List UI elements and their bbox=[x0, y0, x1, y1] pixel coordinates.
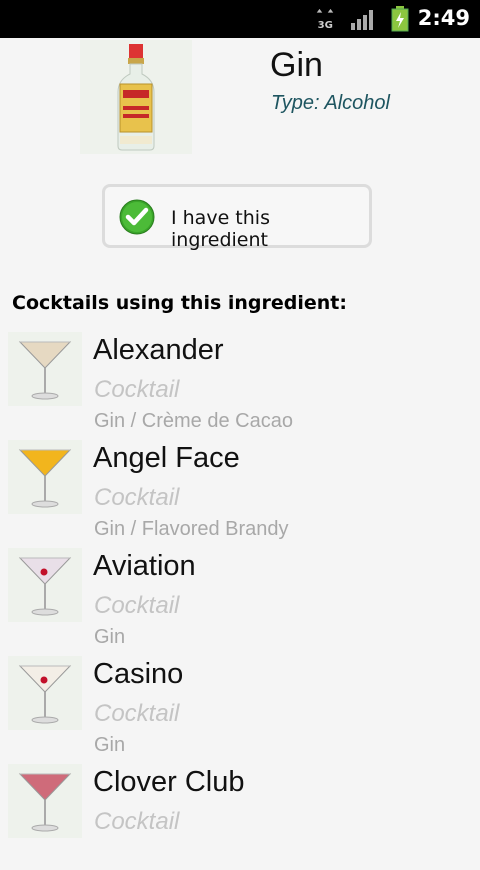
signal-icon bbox=[351, 10, 373, 30]
cocktail-glass-image bbox=[8, 332, 82, 406]
cocktail-name: Alexander bbox=[93, 334, 224, 366]
cocktail-name: Clover Club bbox=[93, 766, 245, 798]
ingredient-image bbox=[80, 40, 192, 154]
cocktail-name: Angel Face bbox=[93, 442, 240, 474]
cocktail-kind: Cocktail bbox=[94, 484, 180, 511]
network-3g-icon: 3G bbox=[316, 8, 334, 30]
cocktail-name: Aviation bbox=[93, 550, 196, 582]
cocktail-kind: Cocktail bbox=[94, 700, 180, 727]
cocktail-glass-image bbox=[8, 656, 82, 730]
clock: 2:49 bbox=[417, 6, 470, 30]
svg-text:3G: 3G bbox=[318, 20, 333, 30]
cocktail-list: Alexander Cocktail Gin / Crème de Cacao Ang… bbox=[0, 330, 480, 870]
cocktail-list-item[interactable]: Alexander Cocktail Gin / Crème de Cacao bbox=[0, 330, 480, 438]
cocktail-glass-image bbox=[8, 764, 82, 838]
cocktail-ingredients: Gin / Flavored Brandy bbox=[94, 518, 289, 540]
cocktail-kind: Cocktail bbox=[94, 808, 180, 835]
battery-charging-icon bbox=[391, 6, 409, 32]
ingredient-name: Gin bbox=[270, 46, 323, 84]
cocktail-list-item[interactable]: Angel Face Cocktail Gin / Flavored Brandy bbox=[0, 438, 480, 546]
ingredient-type: Type: Alcohol bbox=[271, 92, 390, 114]
cocktail-ingredients: Gin bbox=[94, 734, 126, 756]
cocktail-ingredients: Gin bbox=[94, 626, 126, 648]
cocktail-glass-image bbox=[8, 548, 82, 622]
cocktail-ingredients: Gin / Crème de Cacao bbox=[94, 410, 293, 432]
cocktail-kind: Cocktail bbox=[94, 592, 180, 619]
checkmark-icon bbox=[119, 199, 155, 235]
section-title: Cocktails using this ingredient: bbox=[12, 292, 347, 314]
have-ingredient-label: I have this ingredient bbox=[171, 207, 270, 251]
cocktail-kind: Cocktail bbox=[94, 376, 180, 403]
cocktail-list-item[interactable]: Clover Club Cocktail bbox=[0, 762, 480, 870]
cocktail-glass-image bbox=[8, 440, 82, 514]
have-ingredient-button[interactable]: I have this ingredient bbox=[102, 184, 372, 251]
status-bar: 3G 2:49 bbox=[0, 0, 480, 38]
cocktail-name: Casino bbox=[93, 658, 184, 690]
cocktail-list-item[interactable]: Casino Cocktail Gin bbox=[0, 654, 480, 762]
cocktail-list-item[interactable]: Aviation Cocktail Gin bbox=[0, 546, 480, 654]
